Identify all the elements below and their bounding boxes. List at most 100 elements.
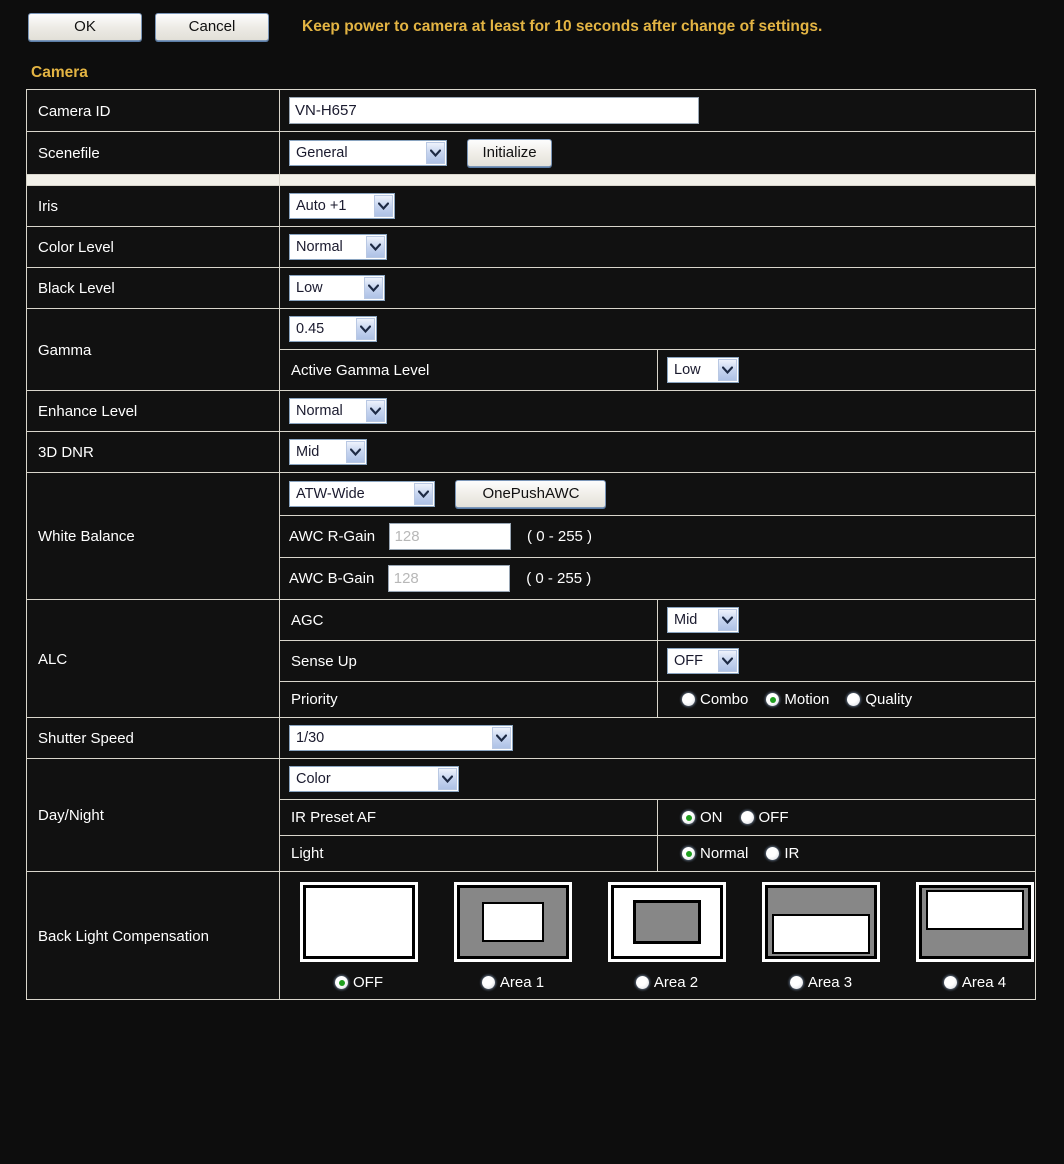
awc-r-gain-cell: AWC R-Gain ( 0 - 255 ): [279, 515, 1036, 558]
day-night-label: Day/Night: [38, 807, 104, 824]
black-level-label: Black Level: [38, 280, 115, 297]
color-level-value-cell: Normal: [279, 226, 1036, 268]
awc-b-gain-input[interactable]: [387, 565, 510, 592]
blc-caption-area-1[interactable]: Area 1: [481, 974, 545, 991]
active-gamma-value-cell: Low: [657, 349, 1036, 391]
table-row-3d-dnr: 3D DNR Mid: [26, 431, 1036, 473]
black-level-select[interactable]: Low: [289, 275, 385, 301]
light-radio-normal[interactable]: Normal: [682, 845, 748, 862]
priority-radio-motion-label: Motion: [784, 691, 830, 708]
blc-caption-area-3[interactable]: Area 3: [789, 974, 852, 991]
radio-icon: [766, 847, 780, 860]
chevron-down-icon: [718, 650, 737, 672]
color-level-label: Color Level: [38, 239, 114, 256]
color-level-select[interactable]: Normal: [289, 234, 387, 260]
chevron-down-icon: [426, 142, 445, 164]
blc-area-diagram-off: [303, 885, 415, 959]
ir-preset-af-radio-off[interactable]: OFF: [740, 809, 789, 826]
priority-label: Priority: [291, 691, 338, 708]
radio-icon: [789, 976, 803, 989]
active-gamma-label-cell: Active Gamma Level: [279, 349, 658, 391]
top-toolbar: OK Cancel Keep power to camera at least …: [0, 0, 1064, 42]
day-night-select[interactable]: Color: [289, 766, 459, 792]
light-value-cell: Normal IR: [657, 835, 1036, 872]
table-row-alc: ALC AGC Mid: [26, 599, 1036, 718]
table-row-scenefile: Scenefile General Initialize: [26, 131, 1036, 175]
initialize-button[interactable]: Initialize: [467, 139, 552, 167]
priority-radio-combo[interactable]: Combo: [682, 691, 748, 708]
radio-selected-icon: [766, 693, 780, 706]
blc-option-off[interactable]: OFF: [300, 882, 418, 991]
black-level-select-value: Low: [296, 280, 323, 296]
sense-up-select[interactable]: OFF: [667, 648, 739, 674]
scenefile-label-cell: Scenefile: [26, 131, 280, 175]
page-title: Camera: [31, 64, 88, 81]
light-radio-ir[interactable]: IR: [766, 845, 799, 862]
radio-selected-icon: [682, 847, 695, 860]
priority-label-cell: Priority: [279, 681, 658, 718]
table-row-day-night: Day/Night Color: [26, 758, 1036, 872]
light-radio-normal-label: Normal: [700, 845, 749, 862]
blc-thumbnail-area-1: [454, 882, 572, 962]
3d-dnr-label: 3D DNR: [38, 444, 94, 461]
ir-preset-af-radio-on[interactable]: ON: [682, 809, 723, 826]
priority-radio-motion[interactable]: Motion: [766, 691, 829, 708]
blc-option-area-1-label: Area 1: [499, 974, 545, 991]
scenefile-select-value: General: [296, 145, 348, 161]
blc-caption-area-2[interactable]: Area 2: [635, 974, 698, 991]
blc-value-cell: OFF Area 1 Area 2 Area 3 Area 4: [279, 871, 1036, 1000]
shutter-speed-label: Shutter Speed: [38, 730, 134, 747]
agc-value-cell: Mid: [657, 599, 1036, 641]
black-level-label-cell: Black Level: [26, 267, 280, 309]
power-warning-text: Keep power to camera at least for 10 sec…: [302, 18, 823, 35]
ir-preset-af-radio-group: ON OFF: [658, 801, 1035, 834]
active-gamma-level-select[interactable]: Low: [667, 357, 739, 383]
blc-option-area-4[interactable]: Area 4: [916, 882, 1034, 991]
white-balance-label-cell: White Balance: [26, 472, 280, 600]
shutter-speed-select[interactable]: 1/30: [289, 725, 513, 751]
blc-option-area-3[interactable]: Area 3: [762, 882, 880, 991]
priority-radio-quality[interactable]: Quality: [847, 691, 912, 708]
blc-thumbnail-area-3: [762, 882, 880, 962]
alc-label: ALC: [38, 650, 68, 668]
blc-option-area-2[interactable]: Area 2: [608, 882, 726, 991]
light-radio-ir-label: IR: [784, 845, 800, 862]
iris-label: Iris: [38, 198, 58, 215]
sense-up-label: Sense Up: [291, 652, 357, 670]
camera-id-input[interactable]: [289, 97, 699, 124]
table-row-white-balance: White Balance ATW-Wide OnePushAWC: [26, 472, 1036, 600]
3d-dnr-select-value: Mid: [296, 444, 320, 460]
chevron-down-icon: [414, 483, 433, 505]
cancel-button[interactable]: Cancel: [155, 13, 269, 41]
blc-thumbnail-area-2: [608, 882, 726, 962]
onepush-awc-button[interactable]: OnePushAWC: [455, 480, 607, 508]
white-balance-select-value: ATW-Wide: [296, 486, 365, 502]
white-balance-label: White Balance: [38, 528, 135, 545]
scenefile-label: Scenefile: [38, 145, 100, 162]
camera-settings-table: Camera ID Scenefile General Initialize: [26, 89, 1036, 1000]
iris-label-cell: Iris: [26, 185, 280, 227]
gamma-select[interactable]: 0.45: [289, 316, 377, 342]
blc-area-diagram-area-1: [457, 885, 569, 959]
scenefile-select[interactable]: General: [289, 140, 447, 166]
ir-preset-af-label-cell: IR Preset AF: [279, 799, 658, 836]
3d-dnr-select[interactable]: Mid: [289, 439, 367, 465]
radio-icon: [847, 693, 861, 706]
white-balance-select[interactable]: ATW-Wide: [289, 481, 435, 507]
agc-select-value: Mid: [674, 612, 698, 628]
enhance-level-select[interactable]: Normal: [289, 398, 387, 424]
light-radio-group: Normal IR: [658, 837, 1035, 870]
ok-button[interactable]: OK: [28, 13, 142, 41]
blc-caption-off[interactable]: OFF: [335, 974, 383, 991]
agc-select[interactable]: Mid: [667, 607, 739, 633]
blc-caption-area-4[interactable]: Area 4: [943, 974, 1006, 991]
light-label-cell: Light: [279, 835, 658, 872]
blc-option-area-1[interactable]: Area 1: [454, 882, 572, 991]
blc-thumbnail-off: [300, 882, 418, 962]
awc-r-gain-input[interactable]: [388, 523, 511, 550]
blc-items: OFF Area 1 Area 2 Area 3 Area 4: [280, 882, 1035, 991]
iris-select[interactable]: Auto +1: [289, 193, 395, 219]
radio-icon: [740, 811, 754, 824]
chevron-down-icon: [492, 727, 511, 749]
priority-radio-group: Combo Motion Quality: [658, 683, 1035, 716]
